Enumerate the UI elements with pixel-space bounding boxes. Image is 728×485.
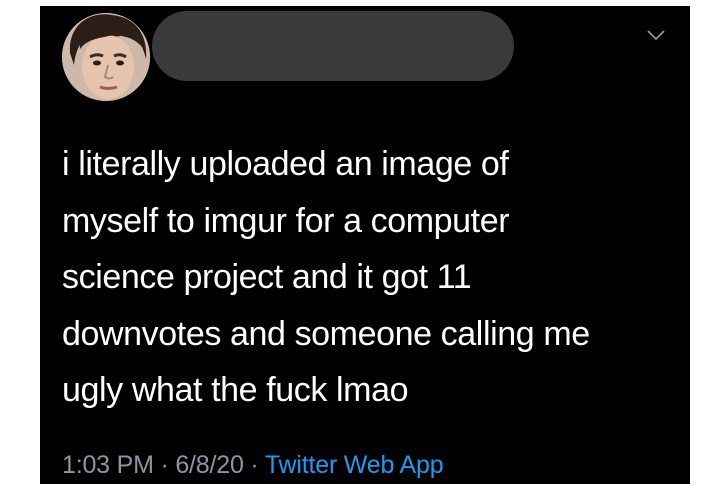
tweet-text-line: myself to imgur for a computer — [62, 201, 510, 240]
tweet-card: i literally uploaded an image of myself … — [40, 6, 690, 484]
redacted-username — [152, 11, 514, 81]
tweet-date[interactable]: 6/8/20 — [175, 451, 244, 479]
avatar[interactable] — [62, 13, 150, 101]
tweet-meta: 1:03 PM · 6/8/20 · Twitter Web App — [62, 451, 444, 480]
tweet-source-link[interactable]: Twitter Web App — [265, 451, 444, 479]
tweet-text: i literally uploaded an image of myself … — [62, 136, 674, 419]
tweet-text-line: i literally uploaded an image of — [62, 145, 509, 183]
tweet-text-line: ugly what the fuck lmao — [62, 371, 409, 409]
chevron-down-icon[interactable] — [646, 28, 666, 42]
meta-separator: · — [160, 451, 169, 479]
meta-separator: · — [250, 451, 259, 479]
avatar-image — [62, 13, 150, 101]
tweet-text-line: science project and it got 11 — [62, 258, 472, 296]
tweet-time[interactable]: 1:03 PM — [62, 451, 154, 479]
tweet-text-line: downvotes and someone calling me — [62, 314, 590, 353]
